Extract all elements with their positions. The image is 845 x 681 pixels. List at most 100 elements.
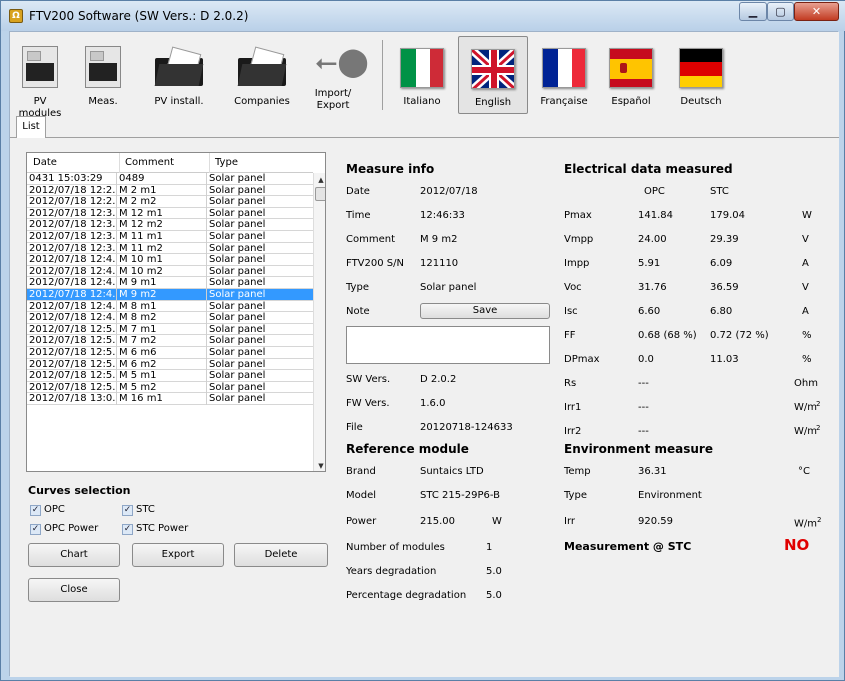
table-scrollbar[interactable]: ▲ ▼ [313, 173, 325, 471]
elec-row-stc-value: 179.04 [710, 210, 745, 221]
elec-row-unit: A [802, 258, 809, 269]
delete-button[interactable]: Delete [234, 543, 328, 567]
table-row[interactable]: 2012/07/18 12:4... M 10 m2 Solar panel [27, 265, 313, 278]
file-value: 20120718-124633 [420, 422, 513, 433]
lang-english-label: English [474, 97, 512, 108]
env-irr-label: Irr [564, 516, 575, 527]
cell-comment: M 2 m1 [119, 184, 207, 197]
table-row[interactable]: 2012/07/18 12:5... M 7 m2 Solar panel [27, 335, 313, 347]
comment-value: M 9 m2 [420, 234, 458, 245]
elec-row-unit: V [802, 234, 809, 245]
table-row[interactable]: 2012/07/18 12:2... M 2 m1 Solar panel [27, 184, 313, 197]
elec-row-opc-value: 31.76 [638, 282, 667, 293]
uk-flag-icon [471, 49, 515, 89]
table-row[interactable]: 2012/07/18 12:3... M 12 m2 Solar panel [27, 219, 313, 231]
table-row[interactable]: 0431 15:03:29 0489 Solar panel [27, 173, 313, 185]
column-header-date[interactable]: Date [33, 157, 57, 168]
table-row[interactable]: 2012/07/18 12:5... M 5 m1 Solar panel [27, 370, 313, 382]
table-row[interactable]: 2012/07/18 12:5... M 6 m2 Solar panel [27, 358, 313, 371]
close-window-button[interactable]: ✕ [794, 2, 839, 21]
table-row[interactable]: 2012/07/18 12:4... M 9 m1 Solar panel [27, 277, 313, 289]
sw-version-value: D 2.0.2 [420, 374, 457, 385]
minimize-button[interactable]: ▁ [739, 2, 767, 21]
france-flag-icon [542, 48, 586, 88]
brand-value: Suntaics LTD [420, 466, 484, 477]
opc-checkbox[interactable]: ✓ [30, 505, 41, 516]
table-row[interactable]: 2012/07/18 12:3... M 11 m2 Solar panel [27, 242, 313, 255]
percentage-degradation-label: Percentage degradation [346, 590, 467, 601]
meas-label: Meas. [88, 96, 118, 107]
stc-power-checkbox[interactable]: ✓ [122, 524, 133, 535]
export-button[interactable]: Export [132, 543, 224, 567]
lang-english-button[interactable]: English [458, 36, 528, 114]
stc-checkbox[interactable]: ✓ [122, 505, 133, 516]
cell-type: Solar panel [209, 219, 266, 231]
table-row[interactable]: 2012/07/18 12:4... M 10 m1 Solar panel [27, 254, 313, 266]
save-button[interactable]: Save [420, 303, 550, 319]
env-temp-label: Temp [564, 466, 591, 477]
table-row[interactable]: 2012/07/18 12:4... M 9 m2 Solar panel [27, 289, 313, 301]
meas-button[interactable]: Meas. [78, 36, 128, 114]
column-header-comment[interactable]: Comment [125, 157, 174, 168]
table-row[interactable]: 2012/07/18 12:5... M 7 m1 Solar panel [27, 323, 313, 336]
table-row[interactable]: 2012/07/18 12:5... M 6 m6 Solar panel [27, 347, 313, 359]
toolbar-separator [382, 40, 383, 110]
table-row[interactable]: 2012/07/18 12:5... M 5 m2 Solar panel [27, 381, 313, 394]
table-row[interactable]: 2012/07/18 12:4... M 8 m2 Solar panel [27, 312, 313, 324]
model-label: Model [346, 490, 377, 501]
table-row[interactable]: 2012/07/18 12:3... M 11 m1 Solar panel [27, 231, 313, 243]
close-button[interactable]: Close [28, 578, 120, 602]
elec-row-opc-value: 141.84 [638, 210, 673, 221]
cell-date: 2012/07/18 12:5... [29, 370, 117, 382]
chart-button[interactable]: Chart [28, 543, 120, 567]
elec-row-opc-value: 0.68 (68 %) [638, 330, 697, 341]
elec-row-opc-value: 5.91 [638, 258, 661, 269]
years-degradation-label: Years degradation [346, 566, 437, 577]
table-row[interactable]: 2012/07/18 12:2... M 2 m2 Solar panel [27, 196, 313, 208]
table-row[interactable]: 2012/07/18 13:0... M 16 m1 Solar panel [27, 393, 313, 405]
import-export-button[interactable]: ⭠⬤ Import/ Export [308, 36, 369, 114]
stc-label: STC [136, 504, 155, 515]
env-irr-unit-text: W/m [794, 518, 817, 530]
cell-type: Solar panel [209, 381, 266, 393]
fw-version-label: FW Vers. [346, 398, 390, 409]
column-header-type[interactable]: Type [215, 157, 238, 168]
cell-comment: M 9 m1 [119, 277, 207, 289]
window-title: FTV200 Software (SW Vers.: D 2.0.2) [29, 9, 249, 23]
title-bar[interactable]: Ω FTV200 Software (SW Vers.: D 2.0.2) ▁ … [1, 1, 845, 31]
table-row[interactable]: 2012/07/18 12:4... M 8 m1 Solar panel [27, 300, 313, 313]
tab-list[interactable]: List [16, 116, 46, 138]
pv-modules-button[interactable]: PV modules [14, 36, 66, 119]
cell-date: 2012/07/18 12:5... [29, 358, 117, 371]
table-row[interactable]: 2012/07/18 12:3... M 12 m1 Solar panel [27, 207, 313, 220]
scroll-down-arrow-icon[interactable]: ▼ [314, 459, 325, 471]
elec-row-opc-value: 0.0 [638, 354, 654, 365]
cell-comment: M 6 m6 [119, 347, 207, 359]
app-window: Ω FTV200 Software (SW Vers.: D 2.0.2) ▁ … [0, 0, 845, 681]
opc-power-checkbox[interactable]: ✓ [30, 524, 41, 535]
lang-espanol-button[interactable]: Español [600, 36, 662, 114]
lang-francaise-button[interactable]: Française [534, 36, 594, 114]
env-temp-value: 36.31 [638, 466, 667, 477]
elec-row-label: Isc [564, 306, 578, 317]
maximize-button[interactable]: ▢ [767, 2, 794, 21]
companies-label: Companies [234, 96, 290, 107]
env-temp-unit: °C [798, 466, 810, 477]
lang-italiano-button[interactable]: Italiano [390, 36, 454, 114]
pv-install-button[interactable]: PV install. [148, 36, 210, 114]
fw-version-value: 1.6.0 [420, 398, 446, 409]
lang-deutsch-button[interactable]: Deutsch [670, 36, 732, 114]
note-textarea[interactable] [346, 326, 550, 364]
cell-type: Solar panel [209, 347, 266, 358]
electrical-data-title: Electrical data measured [564, 162, 733, 176]
cell-comment: M 11 m1 [119, 231, 207, 243]
comment-label: Comment [346, 234, 395, 245]
scroll-thumb[interactable] [315, 187, 325, 201]
scroll-up-arrow-icon[interactable]: ▲ [314, 173, 325, 187]
companies-button[interactable]: Companies [230, 36, 294, 114]
measure-info-title: Measure info [346, 162, 435, 176]
cell-date: 2012/07/18 12:2... [29, 184, 117, 197]
cell-type: Solar panel [209, 289, 266, 300]
meas-icon [85, 46, 121, 88]
elec-row-label: Irr1 [564, 402, 582, 413]
